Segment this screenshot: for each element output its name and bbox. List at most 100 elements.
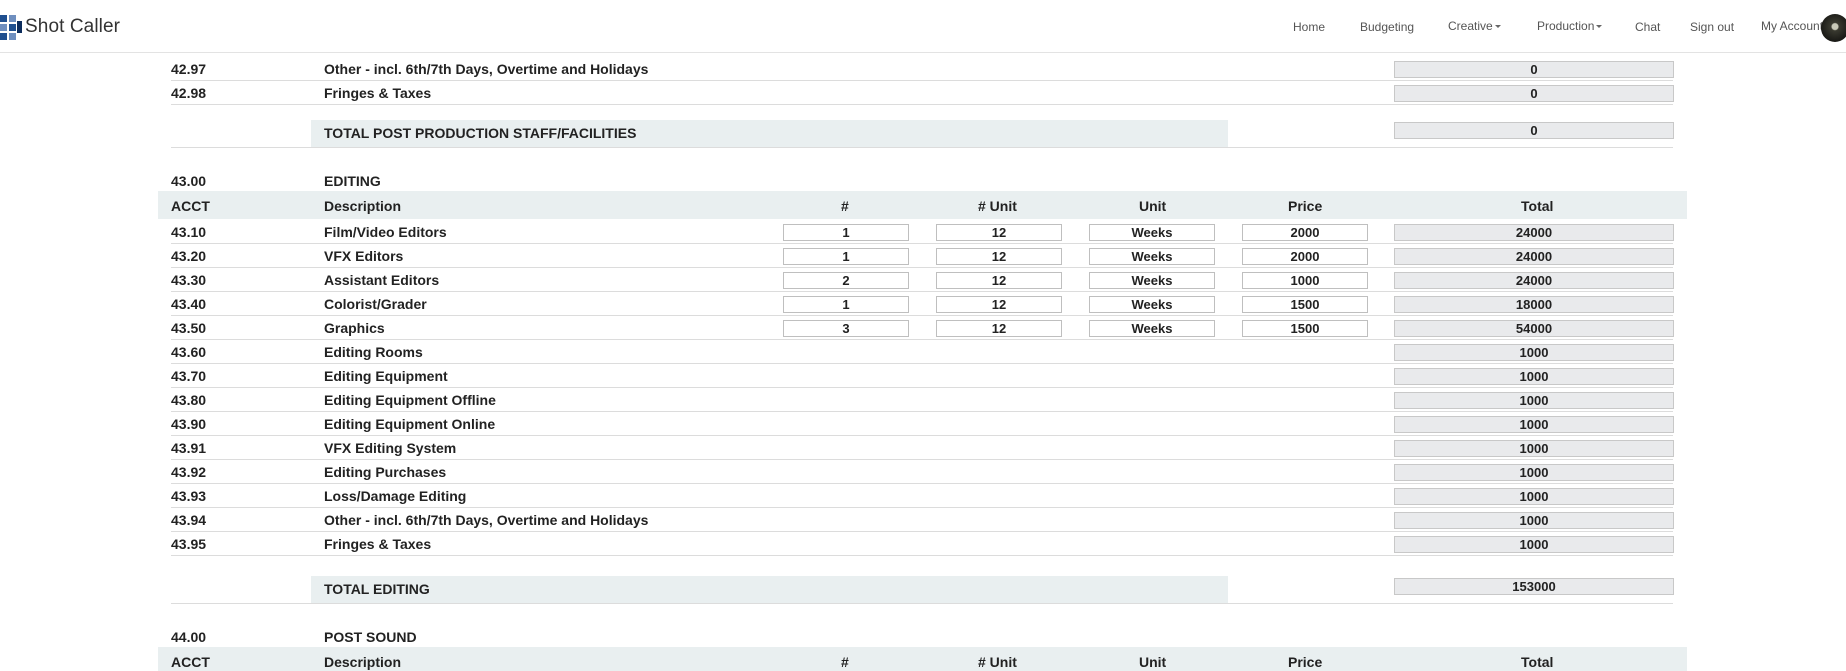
table-row: 43.10 Film/Video Editors 1 12 Weeks 2000 24000 bbox=[171, 220, 1674, 244]
line-description: Other - incl. 6th/7th Days, Overtime and… bbox=[324, 512, 649, 528]
avatar[interactable] bbox=[1821, 14, 1846, 42]
section-total-bar bbox=[311, 576, 1228, 603]
table-row: 43.93 Loss/Damage Editing 1000 bbox=[171, 484, 1674, 508]
header-description: Description bbox=[324, 198, 402, 214]
header-num-unit: # Unit bbox=[978, 198, 1017, 214]
nav-production-dropdown[interactable]: Production bbox=[1537, 19, 1603, 33]
quantity-input[interactable]: 1 bbox=[783, 296, 909, 313]
header-price: Price bbox=[1288, 198, 1323, 214]
header-num-unit: # Unit bbox=[978, 654, 1017, 670]
unit-select[interactable]: Weeks bbox=[1089, 248, 1215, 265]
line-description: Editing Rooms bbox=[324, 344, 423, 360]
column-header: ACCT Description # # Unit Unit Price Tot… bbox=[158, 191, 1687, 219]
logo-icon bbox=[0, 13, 22, 41]
line-description: Editing Equipment Online bbox=[324, 416, 496, 432]
header-price: Price bbox=[1288, 654, 1323, 670]
price-input[interactable]: 1000 bbox=[1242, 272, 1368, 289]
quantity-input[interactable]: 3 bbox=[783, 320, 909, 337]
header-num: # bbox=[841, 654, 849, 670]
unit-count-input[interactable]: 12 bbox=[936, 296, 1062, 313]
line-description: Other - incl. 6th/7th Days, Overtime and… bbox=[324, 61, 649, 77]
unit-count-input[interactable]: 12 bbox=[936, 248, 1062, 265]
quantity-input[interactable]: 2 bbox=[783, 272, 909, 289]
acct-code: 43.93 bbox=[171, 488, 207, 504]
table-row: 43.50 Graphics 3 12 Weeks 1500 54000 bbox=[171, 316, 1674, 340]
top-navbar: Shot Caller Home Budgeting Creative Prod… bbox=[0, 0, 1846, 53]
price-input[interactable]: 1500 bbox=[1242, 320, 1368, 337]
acct-code: 43.20 bbox=[171, 248, 207, 264]
unit-select[interactable]: Weeks bbox=[1089, 320, 1215, 337]
divider bbox=[171, 603, 1673, 604]
acct-code: 43.91 bbox=[171, 440, 207, 456]
table-row: 43.70 Editing Equipment 1000 bbox=[171, 364, 1674, 388]
line-description: Loss/Damage Editing bbox=[324, 488, 467, 504]
acct-code: 42.98 bbox=[171, 85, 207, 101]
table-row: 43.95 Fringes & Taxes 1000 bbox=[171, 532, 1674, 556]
price-input[interactable]: 2000 bbox=[1242, 224, 1368, 241]
table-row: 43.40 Colorist/Grader 1 12 Weeks 1500 18000 bbox=[171, 292, 1674, 316]
column-header: ACCT Description # # Unit Unit Price Tot… bbox=[158, 647, 1687, 671]
table-row: 42.98 Fringes & Taxes 0 bbox=[171, 81, 1674, 105]
line-description: VFX Editors bbox=[324, 248, 404, 264]
brand-link[interactable]: Shot Caller bbox=[0, 13, 120, 41]
total-field: 24000 bbox=[1394, 248, 1674, 265]
header-total: Total bbox=[1521, 654, 1554, 670]
unit-count-input[interactable]: 12 bbox=[936, 320, 1062, 337]
unit-count-input[interactable]: 12 bbox=[936, 224, 1062, 241]
line-description: Assistant Editors bbox=[324, 272, 440, 288]
unit-select[interactable]: Weeks bbox=[1089, 272, 1215, 289]
quantity-input[interactable]: 1 bbox=[783, 248, 909, 265]
line-description: Film/Video Editors bbox=[324, 224, 447, 240]
header-num: # bbox=[841, 198, 849, 214]
budget-sheet: 42.97 Other - incl. 6th/7th Days, Overti… bbox=[0, 53, 1846, 671]
table-row: 43.20 VFX Editors 1 12 Weeks 2000 24000 bbox=[171, 244, 1674, 268]
price-input[interactable]: 2000 bbox=[1242, 248, 1368, 265]
header-acct: ACCT bbox=[171, 198, 210, 214]
nav-chat[interactable]: Chat bbox=[1635, 20, 1660, 34]
nav-sign-out[interactable]: Sign out bbox=[1690, 20, 1734, 34]
unit-select[interactable]: Weeks bbox=[1089, 224, 1215, 241]
header-acct: ACCT bbox=[171, 654, 210, 670]
line-description: Editing Purchases bbox=[324, 464, 447, 480]
header-description: Description bbox=[324, 654, 402, 670]
nav-my-account[interactable]: My Account bbox=[1761, 19, 1823, 33]
table-row: 43.80 Editing Equipment Offline 1000 bbox=[171, 388, 1674, 412]
caret-down-icon bbox=[1596, 25, 1603, 29]
table-row: 43.90 Editing Equipment Online 1000 bbox=[171, 412, 1674, 436]
nav-budgeting[interactable]: Budgeting bbox=[1360, 20, 1414, 34]
total-field: 0 bbox=[1394, 85, 1674, 102]
section-acct: 43.00 bbox=[171, 173, 207, 189]
section-title: EDITING bbox=[324, 173, 381, 189]
total-field: 1000 bbox=[1394, 392, 1674, 409]
brand-name: Shot Caller bbox=[25, 16, 121, 37]
line-description: Editing Equipment Offline bbox=[324, 392, 496, 408]
line-description: Editing Equipment bbox=[324, 368, 448, 384]
price-input[interactable]: 1500 bbox=[1242, 296, 1368, 313]
acct-code: 43.10 bbox=[171, 224, 207, 240]
total-field: 54000 bbox=[1394, 320, 1674, 337]
total-field: 1000 bbox=[1394, 536, 1674, 553]
total-field: 1000 bbox=[1394, 416, 1674, 433]
line-description: Colorist/Grader bbox=[324, 296, 427, 312]
table-row: 42.97 Other - incl. 6th/7th Days, Overti… bbox=[171, 57, 1674, 81]
total-field: 1000 bbox=[1394, 488, 1674, 505]
total-field: 0 bbox=[1394, 61, 1674, 78]
section-total-field: 0 bbox=[1394, 122, 1674, 139]
unit-count-input[interactable]: 12 bbox=[936, 272, 1062, 289]
acct-code: 43.40 bbox=[171, 296, 207, 312]
nav-home[interactable]: Home bbox=[1293, 20, 1325, 34]
header-total: Total bbox=[1521, 198, 1554, 214]
unit-select[interactable]: Weeks bbox=[1089, 296, 1215, 313]
section-total-label: TOTAL EDITING bbox=[324, 581, 430, 597]
acct-code: 43.60 bbox=[171, 344, 207, 360]
table-row: 43.60 Editing Rooms 1000 bbox=[171, 340, 1674, 364]
quantity-input[interactable]: 1 bbox=[783, 224, 909, 241]
header-unit: Unit bbox=[1139, 654, 1167, 670]
total-field: 24000 bbox=[1394, 272, 1674, 289]
section-acct: 44.00 bbox=[171, 629, 207, 645]
nav-creative-dropdown[interactable]: Creative bbox=[1448, 19, 1501, 33]
acct-code: 43.90 bbox=[171, 416, 207, 432]
caret-down-icon bbox=[1494, 25, 1501, 29]
acct-code: 43.50 bbox=[171, 320, 207, 336]
acct-code: 43.92 bbox=[171, 464, 207, 480]
